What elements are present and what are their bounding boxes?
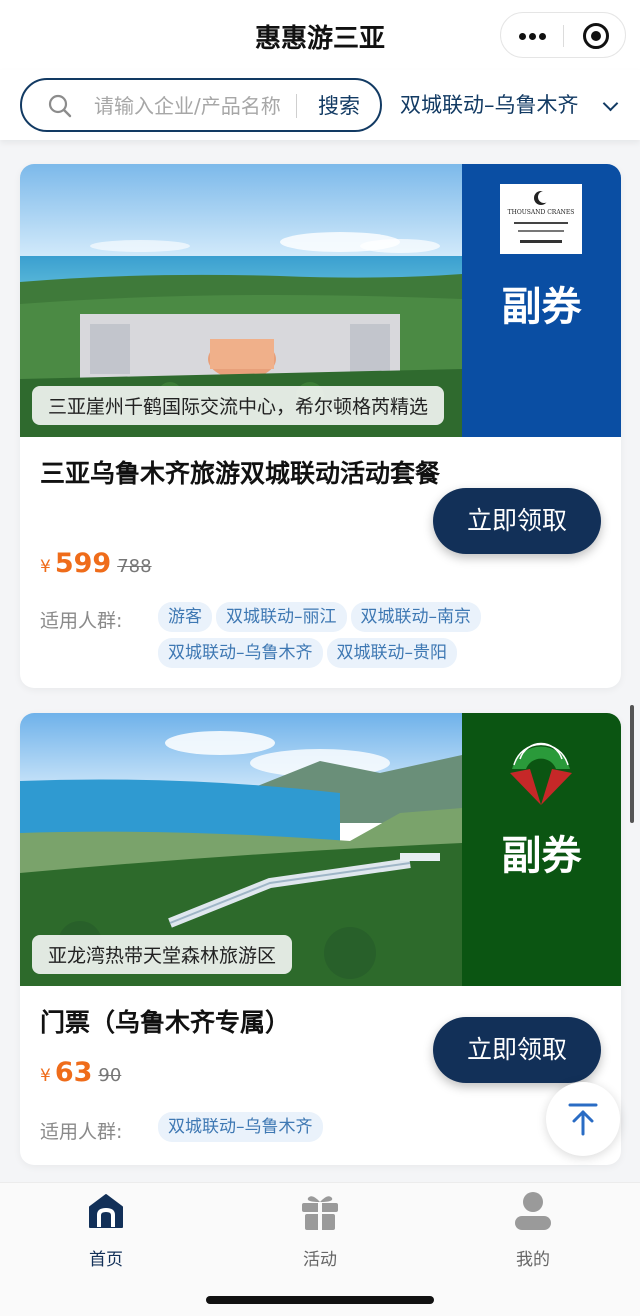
user-icon (515, 1192, 551, 1230)
claim-button[interactable]: 立即领取 (433, 488, 601, 554)
claim-button[interactable]: 立即领取 (433, 1017, 601, 1083)
voucher-label: 副券 (501, 284, 582, 330)
price: 599 (54, 548, 112, 579)
home-indicator (206, 1296, 434, 1304)
audience-tag: 双城联动–丽江 (216, 602, 347, 632)
price-row: ¥599 788 (40, 548, 152, 582)
target-circle-icon[interactable] (583, 23, 609, 49)
nav-label: 首页 (89, 1250, 123, 1270)
brand-logo-text: THOUSAND CRANES (508, 209, 575, 216)
audience-tag: 双城联动–乌鲁木齐 (158, 638, 323, 668)
back-to-top-button[interactable] (546, 1082, 620, 1156)
currency-symbol: ¥ (40, 1066, 51, 1086)
image-caption: 亚龙湾热带天堂森林旅游区 (32, 935, 293, 974)
search-icon (48, 94, 72, 118)
product-title: 三亚乌鲁木齐旅游双城联动活动套餐 (40, 459, 441, 488)
product-image: 亚龙湾热带天堂森林旅游区 (20, 713, 462, 986)
scrollbar[interactable] (630, 705, 634, 823)
audience-label: 适用人群: (40, 610, 123, 632)
mini-program-capsule (500, 12, 626, 58)
brand-logo (510, 742, 572, 805)
audience-tag: 双城联动–南京 (350, 602, 481, 632)
audience-tags: 双城联动–乌鲁木齐 (158, 1112, 518, 1148)
image-caption: 三亚崖州千鹤国际交流中心，希尔顿格芮精选 (32, 386, 445, 425)
city-selector[interactable]: 双城联动–乌鲁木齐 (400, 86, 628, 124)
product-card[interactable]: 三亚崖州千鹤国际交流中心，希尔顿格芮精选 THOUSAND CRANES 副券 … (20, 164, 621, 688)
product-card[interactable]: 亚龙湾热带天堂森林旅游区 副券 门票（乌鲁木齐专属） 立即领取 ¥63 90 适用… (20, 713, 621, 1165)
gift-icon (302, 1196, 338, 1230)
more-dots-icon[interactable] (519, 33, 547, 41)
audience-tag: 双城联动–乌鲁木齐 (158, 1112, 323, 1142)
search-separator (296, 94, 297, 118)
voucher-label: 副券 (501, 833, 582, 879)
product-title: 门票（乌鲁木齐专属） (40, 1008, 291, 1037)
brand-logo: THOUSAND CRANES (500, 184, 582, 254)
original-price: 90 (98, 1065, 122, 1086)
audience-label: 适用人群: (40, 1121, 123, 1143)
product-image: 三亚崖州千鹤国际交流中心，希尔顿格芮精选 (20, 164, 462, 437)
price: 63 (54, 1057, 93, 1088)
search-button[interactable]: 搜索 (306, 90, 372, 122)
audience-tag: 游客 (158, 602, 212, 632)
nav-label: 活动 (303, 1250, 337, 1270)
brand-panel: 副券 (462, 713, 621, 986)
nav-activity[interactable]: 活动 (260, 1191, 380, 1271)
search-row: 搜索 双城联动–乌鲁木齐 (0, 70, 640, 140)
nav-mine[interactable]: 我的 (473, 1191, 593, 1271)
chevron-down-icon (602, 95, 619, 112)
audience-tag: 双城联动–贵阳 (326, 638, 457, 668)
audience-tags: 游客 双城联动–丽江 双城联动–南京双城联动–乌鲁木齐 双城联动–贵阳 (158, 602, 518, 674)
capsule-divider (563, 25, 564, 47)
top-bar: 惠惠游三亚 (0, 0, 640, 70)
nav-label: 我的 (516, 1250, 550, 1270)
currency-symbol: ¥ (40, 557, 51, 577)
price-row: ¥63 90 (40, 1057, 121, 1091)
arrow-up-to-top-icon (568, 1103, 598, 1136)
search-box: 搜索 (20, 78, 382, 132)
city-selected-label: 双城联动–乌鲁木齐 (400, 93, 579, 117)
original-price: 788 (117, 556, 152, 577)
search-input[interactable] (94, 91, 294, 121)
home-icon (89, 1194, 123, 1228)
nav-home[interactable]: 首页 (46, 1191, 166, 1271)
brand-panel: THOUSAND CRANES 副券 (462, 164, 621, 437)
